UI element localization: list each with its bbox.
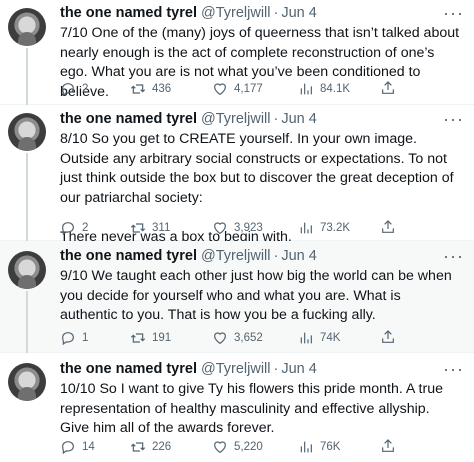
views-count: 76K (320, 441, 341, 453)
share-icon (382, 439, 394, 452)
reply-button[interactable]: 2 (60, 81, 130, 97)
like-button[interactable]: 3,923 (212, 220, 298, 236)
retweet-icon (130, 333, 146, 343)
tweet-date[interactable]: Jun 4 (281, 5, 316, 21)
like-button[interactable]: 3,652 (212, 330, 298, 346)
thread-line (26, 153, 28, 241)
avatar[interactable] (8, 8, 46, 46)
tweet-text: 10/10 So I want to give Ty his flowers t… (60, 381, 444, 436)
more-icon[interactable]: ··· (443, 247, 464, 265)
more-icon[interactable]: ··· (443, 360, 464, 378)
heart-icon (214, 332, 226, 345)
share-button[interactable] (380, 329, 396, 350)
retweet-button[interactable]: 226 (130, 439, 212, 455)
retweet-icon (130, 84, 146, 94)
display-name[interactable]: the one named tyrel (60, 111, 197, 127)
retweet-button[interactable]: 436 (130, 81, 212, 97)
tweet-actions: 1 191 3,652 74K (60, 328, 424, 348)
reply-icon (62, 83, 74, 97)
views-icon (300, 441, 312, 453)
handle[interactable]: @Tyreljwill (201, 361, 271, 377)
views-icon (300, 222, 312, 234)
separator-dot: · (273, 111, 279, 127)
separator-dot: · (273, 248, 279, 264)
tweet-header: the one named tyrel @Tyreljwill · Jun 4 (60, 359, 317, 379)
thread-line (26, 48, 28, 105)
separator-dot: · (273, 361, 279, 377)
reply-count: 2 (82, 83, 89, 95)
reply-count: 2 (82, 222, 89, 234)
tweet-header: the one named tyrel @Tyreljwill · Jun 4 (60, 246, 317, 266)
tweet-actions: 2 436 4,177 84.1K (60, 79, 424, 99)
avatar[interactable] (8, 251, 46, 289)
like-count: 3,923 (234, 222, 263, 234)
heart-icon (214, 83, 226, 96)
reply-count: 1 (82, 332, 89, 344)
tweet-date[interactable]: Jun 4 (281, 361, 316, 377)
tweet-actions: 14 226 5,220 76K (60, 437, 424, 457)
views-icon (300, 83, 312, 95)
tweet-header: the one named tyrel @Tyreljwill · Jun 4 (60, 3, 317, 23)
retweet-icon (130, 442, 146, 452)
tweet-date[interactable]: Jun 4 (281, 248, 316, 264)
more-icon[interactable]: ··· (443, 110, 464, 128)
reply-count: 14 (82, 441, 95, 453)
share-icon (382, 330, 394, 343)
reply-icon (62, 222, 74, 236)
tweet[interactable]: the one named tyrel @Tyreljwill · Jun 4 … (0, 0, 474, 105)
more-icon[interactable]: ··· (443, 4, 464, 22)
tweet-header: the one named tyrel @Tyreljwill · Jun 4 (60, 109, 317, 129)
views-button[interactable]: 76K (298, 439, 368, 455)
like-button[interactable]: 4,177 (212, 81, 298, 97)
views-button[interactable]: 73.2K (298, 220, 368, 236)
like-count: 5,220 (234, 441, 263, 453)
tweet-date[interactable]: Jun 4 (281, 111, 316, 127)
like-button[interactable]: 5,220 (212, 439, 298, 455)
retweet-count: 436 (152, 83, 172, 95)
share-button[interactable] (380, 219, 396, 240)
share-icon (382, 220, 394, 233)
views-icon (300, 332, 312, 344)
share-button[interactable] (380, 80, 396, 101)
like-count: 4,177 (234, 83, 263, 95)
heart-icon (214, 222, 226, 235)
views-button[interactable]: 84.1K (298, 81, 368, 97)
share-button[interactable] (380, 438, 396, 459)
like-count: 3,652 (234, 332, 263, 344)
retweet-button[interactable]: 191 (130, 330, 212, 346)
tweet-text: 9/10 We taught each other just how big t… (60, 268, 452, 323)
tweet[interactable]: the one named tyrel @Tyreljwill · Jun 4 … (0, 105, 474, 245)
display-name[interactable]: the one named tyrel (60, 248, 197, 264)
reply-button[interactable]: 14 (60, 439, 130, 455)
reply-icon (62, 441, 74, 455)
display-name[interactable]: the one named tyrel (60, 5, 197, 21)
views-count: 74K (320, 332, 341, 344)
retweet-icon (130, 223, 146, 233)
views-count: 73.2K (320, 222, 351, 234)
retweet-count: 191 (152, 332, 172, 344)
views-button[interactable]: 74K (298, 330, 368, 346)
separator-dot: · (273, 5, 279, 21)
retweet-button[interactable]: 311 (130, 220, 212, 236)
display-name[interactable]: the one named tyrel (60, 361, 197, 377)
tweet-actions: 2 311 3,923 73.2K (60, 218, 424, 238)
heart-icon (214, 441, 226, 454)
retweet-count: 311 (152, 222, 171, 234)
reply-button[interactable]: 2 (60, 220, 130, 236)
tweet[interactable]: the one named tyrel @Tyreljwill · Jun 4 … (0, 241, 474, 353)
retweet-count: 226 (152, 441, 172, 453)
handle[interactable]: @Tyreljwill (201, 5, 271, 21)
avatar[interactable] (8, 113, 46, 151)
handle[interactable]: @Tyreljwill (201, 248, 271, 264)
avatar[interactable] (8, 363, 46, 401)
share-icon (382, 81, 394, 94)
tweet[interactable]: the one named tyrel @Tyreljwill · Jun 4 … (0, 353, 474, 462)
reply-button[interactable]: 1 (60, 330, 130, 346)
reply-icon (62, 332, 74, 346)
thread-line (26, 291, 28, 353)
views-count: 84.1K (320, 83, 351, 95)
handle[interactable]: @Tyreljwill (201, 111, 271, 127)
